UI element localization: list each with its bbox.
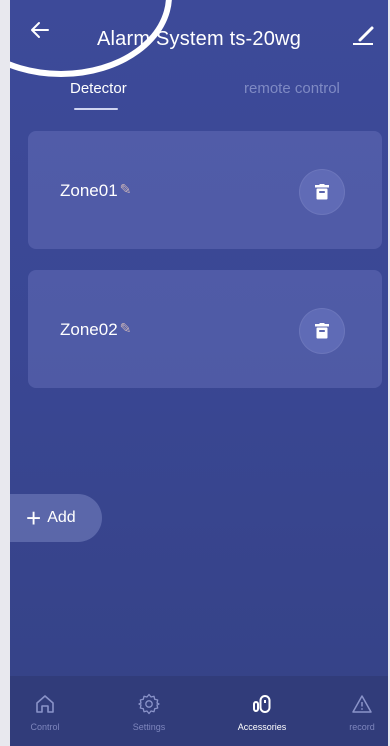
gear-icon: [138, 693, 160, 715]
plus-icon: +: [26, 503, 42, 533]
zone-name: Zone01: [60, 181, 118, 200]
trash-icon: [315, 323, 329, 339]
bottom-nav: Control Settings Accessories record: [10, 676, 388, 746]
tab-bar: Detector remote control: [10, 72, 388, 112]
tab-remote-control[interactable]: remote control: [244, 80, 340, 97]
nav-record[interactable]: record: [327, 692, 388, 732]
rename-pencil-icon[interactable]: ✎: [120, 320, 132, 337]
nav-control[interactable]: Control: [10, 692, 80, 732]
edit-icon[interactable]: [350, 22, 376, 48]
zone-card[interactable]: Zone02 ✎: [28, 270, 382, 388]
active-tab-indicator: [74, 108, 118, 110]
accessories-icon: [253, 695, 271, 713]
zone-name: Zone02: [60, 320, 118, 339]
nav-settings[interactable]: Settings: [114, 692, 184, 732]
nav-label: Settings: [132, 722, 166, 732]
warning-icon: [352, 695, 372, 713]
add-button[interactable]: + Add: [10, 494, 102, 542]
add-button-label: Add: [47, 509, 76, 526]
app-screen: Alarm System ts-20wg Detector remote con…: [10, 0, 388, 746]
delete-button[interactable]: [299, 308, 345, 354]
header: Alarm System ts-20wg: [10, 0, 388, 72]
rename-pencil-icon[interactable]: ✎: [120, 181, 132, 198]
nav-label: Control: [30, 722, 60, 732]
nav-label: Accessories: [237, 722, 287, 732]
zone-name-row: Zone01 ✎: [60, 181, 131, 201]
home-icon: [36, 695, 54, 713]
trash-icon: [315, 184, 329, 200]
zone-card[interactable]: Zone01 ✎: [28, 131, 382, 249]
nav-label: record: [349, 722, 375, 732]
page-title: Alarm System ts-20wg: [96, 28, 302, 50]
tab-detector[interactable]: Detector: [70, 80, 127, 97]
delete-button[interactable]: [299, 169, 345, 215]
nav-accessories[interactable]: Accessories: [227, 692, 297, 732]
zone-name-row: Zone02 ✎: [60, 320, 131, 340]
